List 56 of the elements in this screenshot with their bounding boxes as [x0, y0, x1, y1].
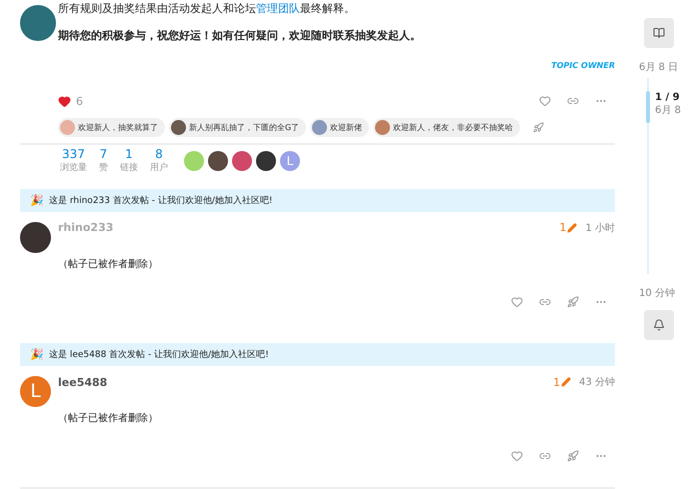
user-avatar[interactable]: L: [20, 376, 51, 408]
stat-value: 7: [100, 147, 108, 162]
user-avatar: [171, 120, 186, 134]
heart-icon: [511, 450, 523, 462]
link-icon: [567, 95, 579, 107]
heart-icon: [539, 95, 551, 107]
book-icon: [653, 27, 665, 39]
team-link[interactable]: 管理团队: [256, 2, 300, 15]
party-popper-icon: 🎉: [30, 194, 44, 207]
deleted-post-text: （帖子已被作者删除）: [58, 412, 159, 426]
rocket-icon: [532, 122, 544, 132]
stat-value: 337: [62, 147, 85, 162]
reaction-chip[interactable]: 欢迎新佬: [310, 118, 370, 136]
timeline-handle[interactable]: [646, 91, 650, 123]
timeline-start-date[interactable]: 6月 8 日: [639, 60, 678, 74]
stat-value: 1: [125, 147, 133, 162]
topic-owner-label: TOPIC OWNER: [551, 61, 615, 70]
edit-count[interactable]: 1: [553, 376, 572, 389]
reader-mode-button[interactable]: [644, 18, 674, 48]
notification-button[interactable]: [644, 310, 674, 340]
username[interactable]: lee5488: [58, 376, 108, 389]
stat-value: 8: [155, 147, 163, 162]
reaction-chip[interactable]: 欢迎新人，佬友，非必要不抽奖哈: [373, 118, 520, 136]
reaction-chip[interactable]: 欢迎新人，抽奖就算了: [58, 118, 165, 136]
heart-icon[interactable]: [58, 94, 71, 108]
rocket-icon: [567, 450, 579, 462]
post-time[interactable]: 1 小时: [585, 220, 615, 235]
edit-count[interactable]: 1: [559, 221, 578, 234]
user-avatar[interactable]: L: [280, 150, 300, 171]
timeline-date: 6月 8: [655, 104, 681, 117]
stat-label: 链接: [120, 162, 138, 174]
like-count: 6: [76, 94, 83, 108]
bell-icon: [653, 319, 665, 331]
user-avatar[interactable]: [256, 150, 276, 171]
user-avatar: [60, 120, 75, 134]
stat-label: 浏览量: [60, 162, 87, 174]
user-avatar: [312, 120, 328, 134]
deleted-post-text: （帖子已被作者删除）: [58, 258, 159, 271]
user-avatar[interactable]: [20, 5, 56, 41]
stat-label: 赞: [99, 162, 108, 174]
post-paragraph: 所有规则及抽奖结果由活动发起人和论坛管理团队最终解释。: [58, 1, 356, 16]
stat-label: 用户: [150, 162, 168, 174]
user-avatar[interactable]: [20, 222, 51, 253]
rocket-icon: [567, 296, 579, 308]
timeline-end-label[interactable]: 10 分钟: [639, 286, 675, 300]
user-avatar[interactable]: [208, 150, 228, 171]
post-time[interactable]: 43 分钟: [579, 375, 615, 390]
username[interactable]: rhino233: [58, 221, 114, 234]
user-avatar: [375, 120, 390, 134]
banner-text: 这是 lee5488 首次发帖 - 让我们欢迎他/她加入社区吧!: [49, 348, 269, 361]
timeline-position: 1 / 9: [655, 92, 681, 103]
heart-icon: [511, 296, 523, 308]
banner-text: 这是 rhino233 首次发帖 - 让我们欢迎他/她加入社区吧!: [49, 194, 272, 207]
reaction-chip[interactable]: 新人别再乱抽了，下匮的全G了: [169, 118, 306, 136]
party-popper-icon: 🎉: [30, 348, 44, 361]
post-paragraph: 期待您的积极参与，祝您好运！如有任何疑问，欢迎随时联系抽奖发起人。: [58, 28, 422, 43]
